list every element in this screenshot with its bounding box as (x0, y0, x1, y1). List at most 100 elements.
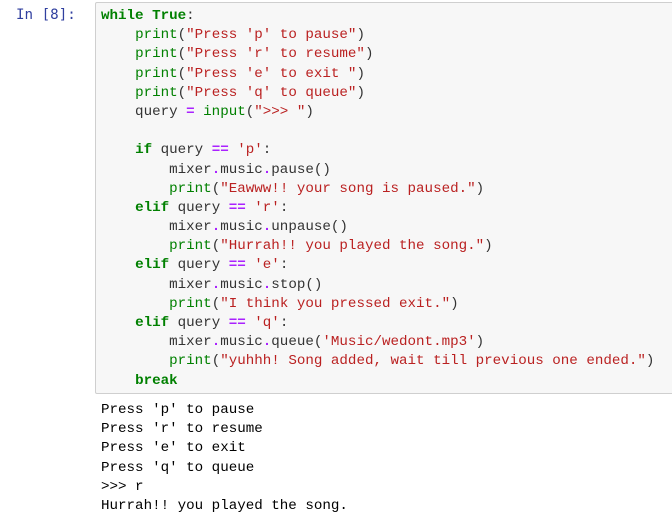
code-token: True (152, 8, 187, 24)
code-token: mixer (101, 219, 212, 236)
code-line: print("Press 'p' to pause") (101, 26, 654, 45)
code-token: ) (356, 65, 365, 82)
code-token: : (279, 199, 289, 216)
code-token: 'Music/wedont.mp3' (322, 334, 476, 351)
output-line: Press 'e' to exit (101, 440, 246, 457)
code-token: ( (211, 180, 221, 197)
code-token: if (135, 142, 153, 159)
code-token: music (220, 219, 263, 236)
code-token: ) (475, 334, 485, 351)
code-line: print("Hurrah!! you played the song.") (101, 237, 654, 256)
code-token: ( (211, 295, 221, 312)
code-token: while (101, 8, 144, 24)
code-line: elif query == 'e': (101, 256, 654, 275)
code-token: ( (177, 27, 187, 44)
code-token: ( (177, 84, 187, 101)
code-token: . (211, 276, 221, 293)
code-token: print (169, 353, 212, 370)
code-token: 'r' (254, 199, 280, 216)
code-line: while True: (101, 7, 654, 26)
code-token: "Eawww!! your song is paused." (220, 180, 476, 197)
code-token: input (203, 103, 246, 120)
code-token: == (211, 142, 229, 159)
code-token: print (135, 46, 178, 63)
code-token: mixer (101, 161, 212, 178)
output-line: Press 'r' to resume (101, 421, 263, 438)
code-token: 'e' (254, 257, 280, 274)
code-token: elif (135, 315, 170, 331)
code-token: : (186, 8, 195, 24)
code-token: 'p' (237, 142, 263, 159)
cell-output: Press 'p' to pause Press 'r' to resume Pre… (101, 401, 348, 516)
code-token: ) (645, 353, 655, 370)
code-token: "I think you pressed exit." (220, 295, 451, 312)
code-token: pause() (271, 161, 331, 178)
output-line: Hurrah!! you played the song. (101, 497, 348, 514)
code-token: mixer (101, 276, 212, 293)
code-token: query (152, 142, 212, 159)
code-token: unpause() (271, 219, 348, 236)
code-token: ( (177, 65, 187, 82)
code-token: = (186, 103, 195, 120)
code-token: "Press 'p' to pause" (186, 27, 357, 44)
code-token: print (135, 27, 178, 44)
code-token: mixer (101, 334, 212, 351)
code-token: . (211, 219, 221, 236)
code-token: ( (211, 353, 221, 370)
code-token: query (169, 199, 229, 216)
code-line: mixer.music.unpause() (101, 218, 654, 237)
code-line: query = input(">>> ") (101, 103, 654, 122)
code-token: ) (305, 103, 314, 120)
input-prompt: In [8]: (16, 7, 76, 23)
code-token: == (228, 315, 246, 331)
code-token: print (169, 180, 212, 197)
code-line: elif query == 'q': (101, 314, 654, 333)
code-token: ) (475, 180, 485, 197)
code-token: music (220, 276, 263, 293)
code-line (101, 122, 654, 141)
code-token: ) (356, 84, 365, 101)
code-line: print("Press 'e' to exit ") (101, 65, 654, 84)
code-line: print("Press 'q' to queue") (101, 84, 654, 103)
code-line: mixer.music.stop() (101, 276, 654, 295)
code-line: break (101, 372, 654, 391)
code-line: if query == 'p': (101, 141, 654, 160)
code-line: print("yuhhh! Song added, wait till prev… (101, 352, 654, 371)
code-line: print("Press 'r' to resume") (101, 45, 654, 64)
code-token: print (135, 65, 178, 82)
code-token: query (169, 257, 229, 274)
code-token: query (101, 103, 187, 120)
code-token: ( (177, 46, 187, 63)
code-token: . (211, 334, 221, 351)
code-token: ) (484, 238, 493, 255)
code-token: music (220, 161, 263, 178)
code-token: print (169, 295, 212, 312)
code-cell-editor[interactable]: while True: print("Press 'p' to pause") … (95, 2, 672, 394)
code-line: print("I think you pressed exit.") (101, 295, 654, 314)
code-token: == (228, 199, 246, 216)
code-line: elif query == 'r': (101, 199, 654, 218)
code-token: : (262, 142, 272, 159)
code-token: : (279, 257, 289, 274)
code-token: stop() (271, 276, 323, 293)
code-token: music (220, 334, 263, 351)
code-token: ) (364, 46, 374, 63)
code-token: query (169, 315, 229, 331)
code-token: ) (356, 27, 365, 44)
code-block[interactable]: while True: print("Press 'p' to pause") … (101, 7, 654, 391)
